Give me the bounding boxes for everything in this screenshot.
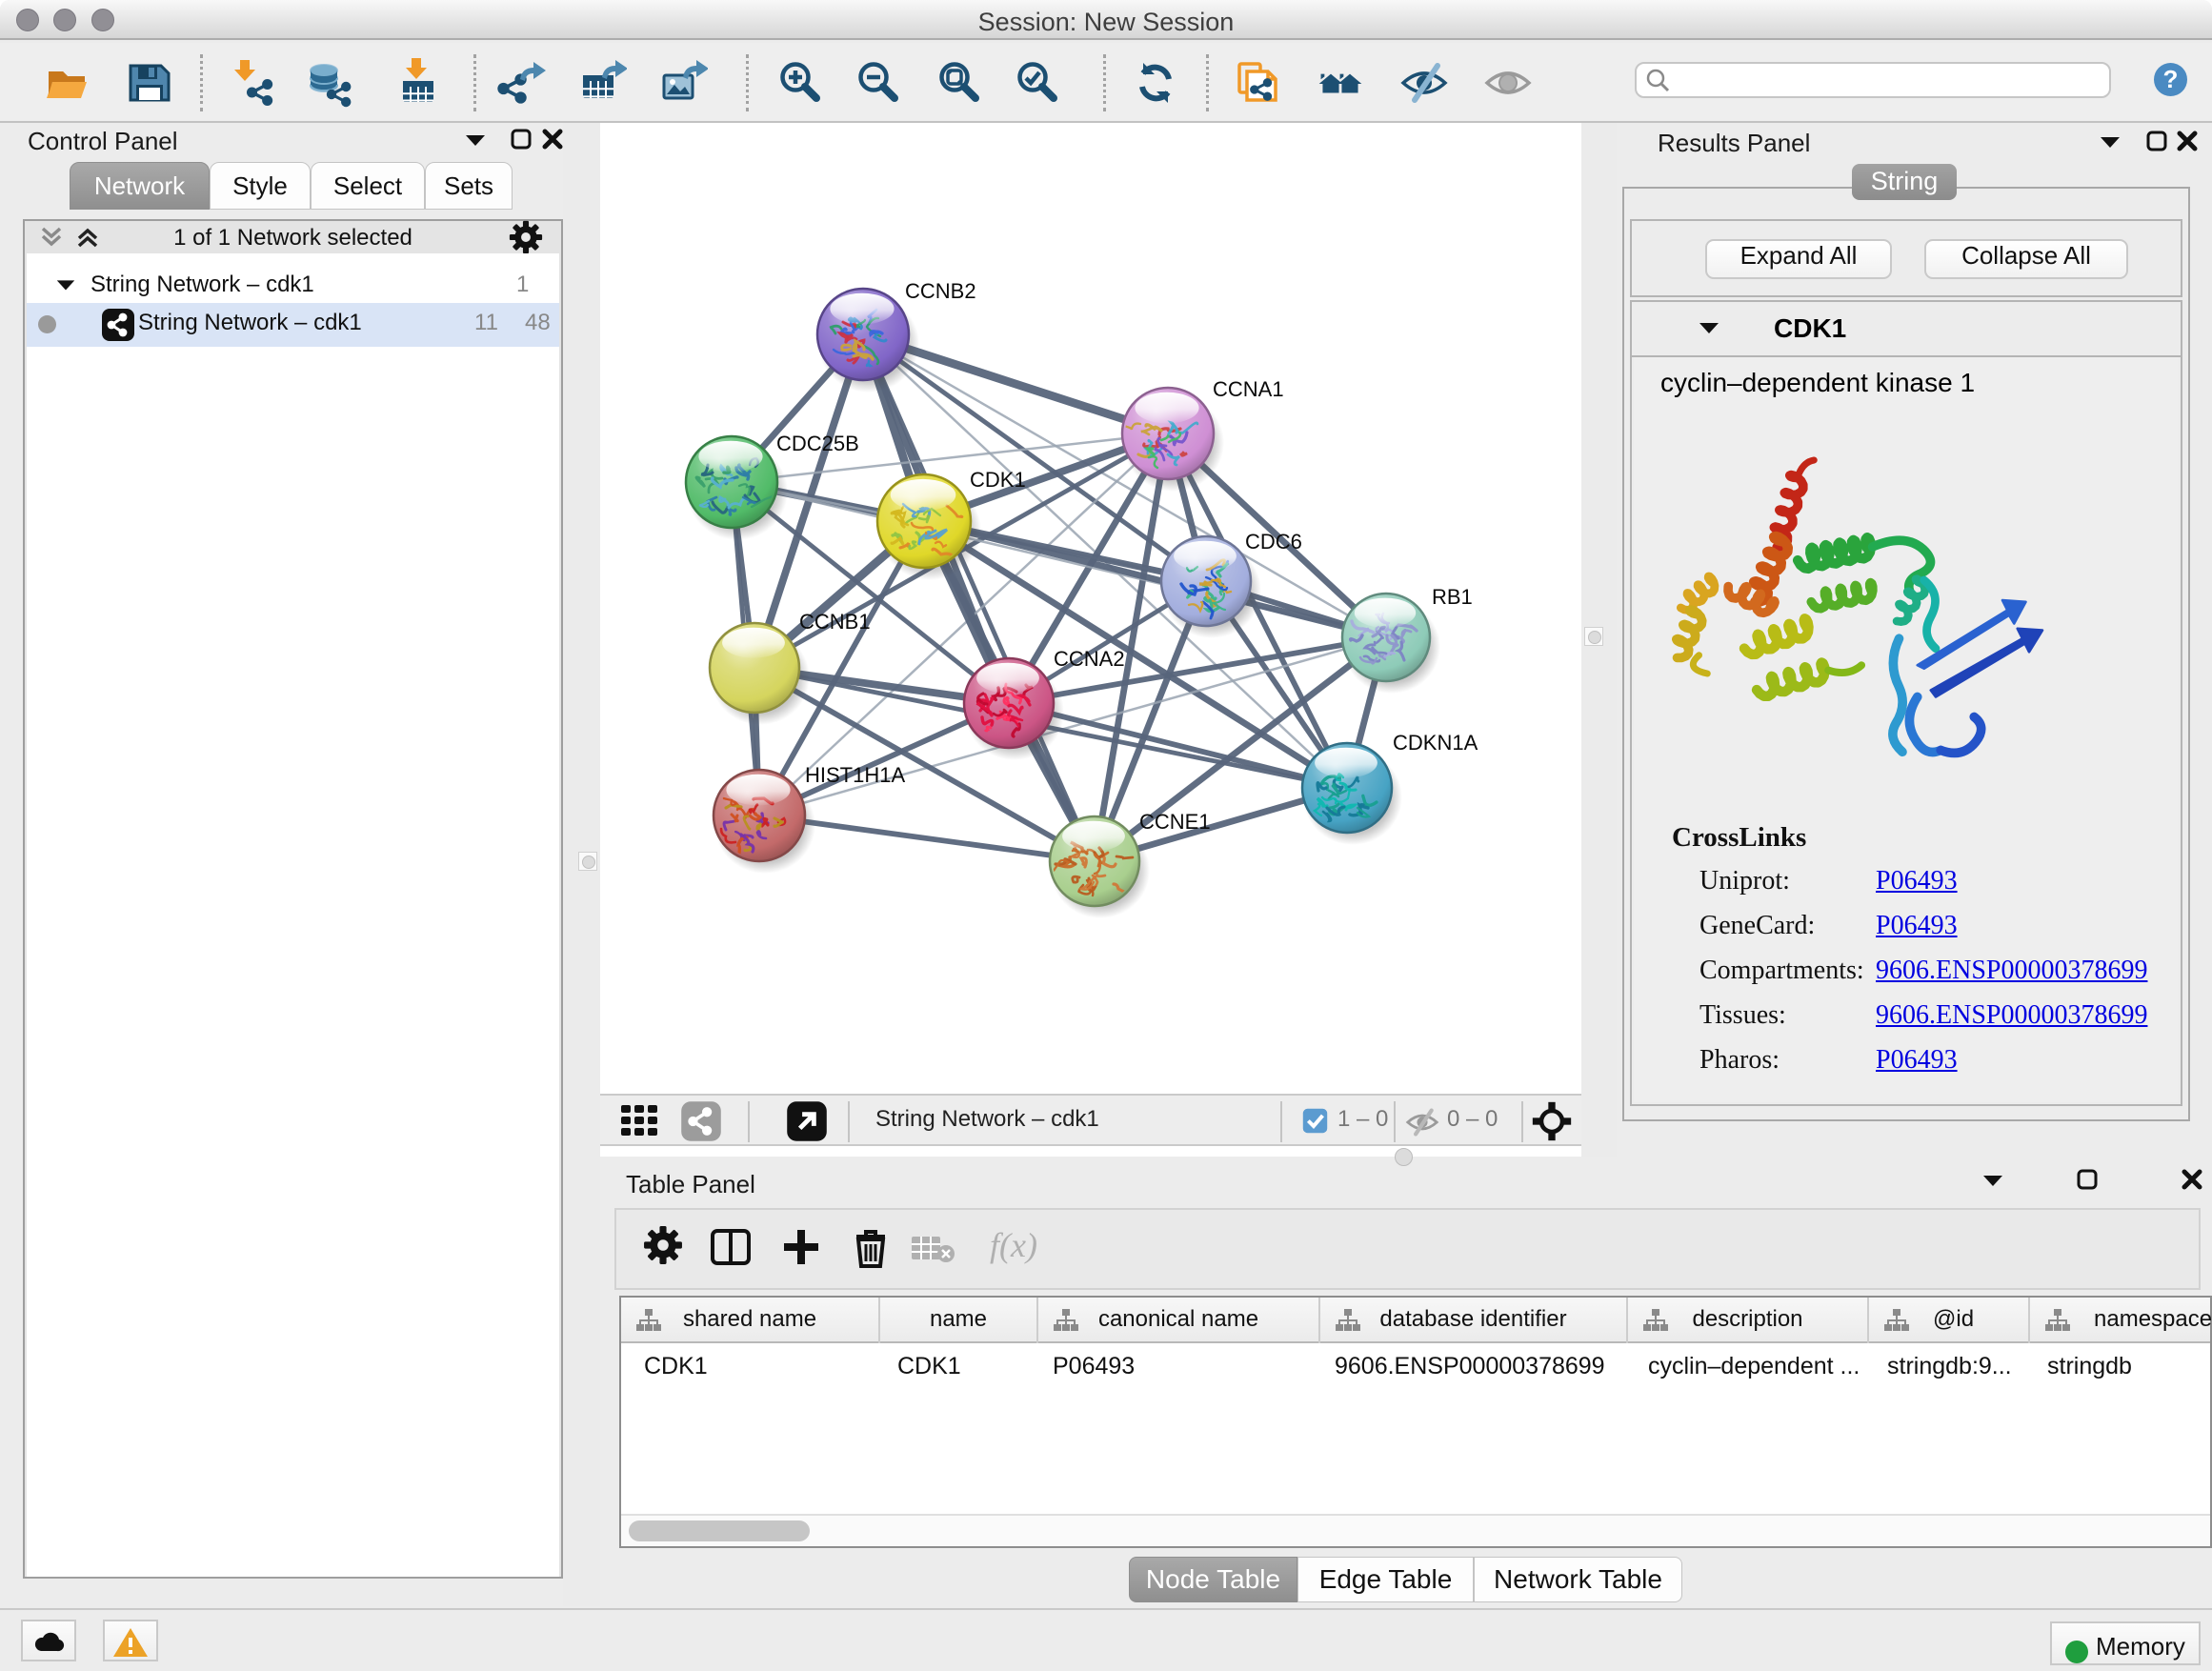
svg-text:RB1: RB1 xyxy=(1432,585,1473,609)
svg-text:CCNB1: CCNB1 xyxy=(799,610,871,634)
svg-text:CDC25B: CDC25B xyxy=(776,432,859,455)
svg-text:CCNA2: CCNA2 xyxy=(1054,647,1125,671)
svg-text:CDK1: CDK1 xyxy=(970,468,1026,492)
svg-text:HIST1H1A: HIST1H1A xyxy=(805,763,905,787)
svg-text:CCNA1: CCNA1 xyxy=(1213,377,1284,401)
svg-text:CCNE1: CCNE1 xyxy=(1139,810,1211,834)
svg-text:CDKN1A: CDKN1A xyxy=(1393,731,1478,755)
svg-text:CDC6: CDC6 xyxy=(1245,530,1302,554)
svg-text:CCNB2: CCNB2 xyxy=(905,279,976,303)
